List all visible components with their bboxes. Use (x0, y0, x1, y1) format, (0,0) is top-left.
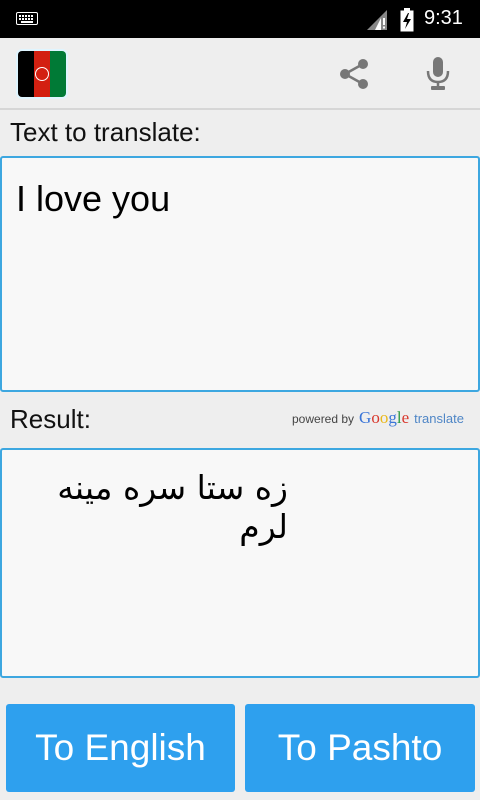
google-logo: Google (359, 408, 410, 427)
translate-text: translate (414, 411, 464, 426)
share-icon (340, 59, 368, 89)
to-pashto-button[interactable]: To Pashto (245, 704, 475, 792)
flag-stripe-green (50, 51, 66, 97)
afghanistan-flag-icon[interactable] (18, 51, 66, 97)
input-text-value: I love you (16, 178, 171, 219)
flag-emblem (35, 67, 49, 81)
signal-icon (367, 10, 387, 30)
battery-charging-icon (400, 8, 414, 32)
status-bar: 9:31 (0, 0, 480, 38)
result-label: Result: (10, 404, 91, 434)
input-label: Text to translate: (10, 117, 201, 147)
action-bar (0, 38, 480, 110)
powered-by-google-translate: powered by Google translate (292, 408, 464, 430)
share-button[interactable] (334, 56, 374, 92)
microphone-icon (426, 57, 450, 90)
clock: 9:31 (424, 7, 463, 29)
result-text-value: زه ستا سره مینه لرم (57, 468, 288, 546)
flag-stripe-black (18, 51, 34, 97)
result-text-area[interactable]: زه ستا سره مینه لرم (0, 448, 480, 678)
microphone-button[interactable] (418, 54, 458, 94)
powered-by-text: powered by (292, 412, 355, 426)
flag-stripe-red (34, 51, 50, 97)
input-text-area[interactable]: I love you (0, 156, 480, 392)
keyboard-icon (16, 12, 38, 25)
to-english-button[interactable]: To English (6, 704, 235, 792)
